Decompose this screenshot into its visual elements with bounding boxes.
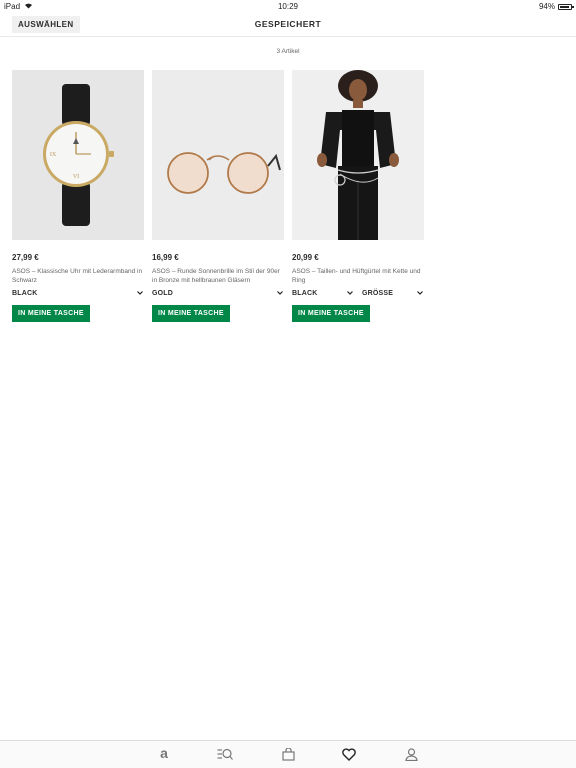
page-title: GESPEICHERT xyxy=(254,19,322,29)
search-icon[interactable] xyxy=(217,746,233,762)
product-card: 16,99 € ASOS – Runde Sonnenbrille im Sti… xyxy=(152,70,284,322)
product-description[interactable]: ASOS – Taillen- und Hüftgürtel mit Kette… xyxy=(292,267,424,285)
product-price: 27,99 € xyxy=(12,253,39,262)
battery-percent: 94% xyxy=(538,2,555,11)
product-card: 20,99 € ASOS – Taillen- und Hüftgürtel m… xyxy=(292,70,424,322)
status-bar: iPad 10:29 94% xyxy=(0,0,576,12)
size-select[interactable]: GRÖSSE xyxy=(362,287,424,299)
sunglasses-image[interactable] xyxy=(152,70,284,240)
saved-items-grid: VI IX 27,99 € ASOS – Klassische Uhr mit … xyxy=(12,70,424,322)
battery-icon xyxy=(558,3,574,10)
color-select[interactable]: BLACK xyxy=(292,287,354,299)
color-value: GOLD xyxy=(152,289,174,297)
product-price: 16,99 € xyxy=(152,253,179,262)
color-value: BLACK xyxy=(12,289,38,297)
chevron-down-icon xyxy=(416,289,424,297)
item-count: 3 Artikel xyxy=(276,48,300,55)
product-price: 20,99 € xyxy=(292,253,319,262)
add-to-bag-button[interactable]: IN MEINE TASCHE xyxy=(12,305,90,322)
status-time: 10:29 xyxy=(277,2,299,11)
product-options: GOLD xyxy=(152,287,284,299)
color-value: BLACK xyxy=(292,289,318,297)
tab-bar: a xyxy=(0,740,576,768)
product-card: VI IX 27,99 € ASOS – Klassische Uhr mit … xyxy=(12,70,144,322)
bag-icon[interactable] xyxy=(280,746,296,762)
home-icon[interactable]: a xyxy=(156,746,172,762)
size-value: GRÖSSE xyxy=(362,289,394,297)
svg-text:IX: IX xyxy=(50,152,57,158)
svg-text:a: a xyxy=(160,747,168,761)
chevron-down-icon xyxy=(136,289,144,297)
heart-icon[interactable] xyxy=(341,746,357,762)
watch-image[interactable]: VI IX xyxy=(12,70,144,240)
account-icon[interactable] xyxy=(403,746,419,762)
status-right: 94% xyxy=(538,2,574,11)
add-to-bag-button[interactable]: IN MEINE TASCHE xyxy=(152,305,230,322)
product-description[interactable]: ASOS – Runde Sonnenbrille im Stil der 90… xyxy=(152,267,284,285)
model-belt-image[interactable] xyxy=(292,70,424,240)
product-options: BLACK GRÖSSE xyxy=(292,287,424,299)
svg-text:VI: VI xyxy=(73,174,79,180)
color-select[interactable]: BLACK xyxy=(12,287,144,299)
chevron-down-icon xyxy=(276,289,284,297)
add-to-bag-button[interactable]: IN MEINE TASCHE xyxy=(292,305,370,322)
chevron-down-icon xyxy=(346,289,354,297)
color-select[interactable]: GOLD xyxy=(152,287,284,299)
nav-bar: AUSWÄHLEN GESPEICHERT xyxy=(0,12,576,37)
product-description[interactable]: ASOS – Klassische Uhr mit Lederarmband i… xyxy=(12,267,144,285)
product-options: BLACK xyxy=(12,287,144,299)
